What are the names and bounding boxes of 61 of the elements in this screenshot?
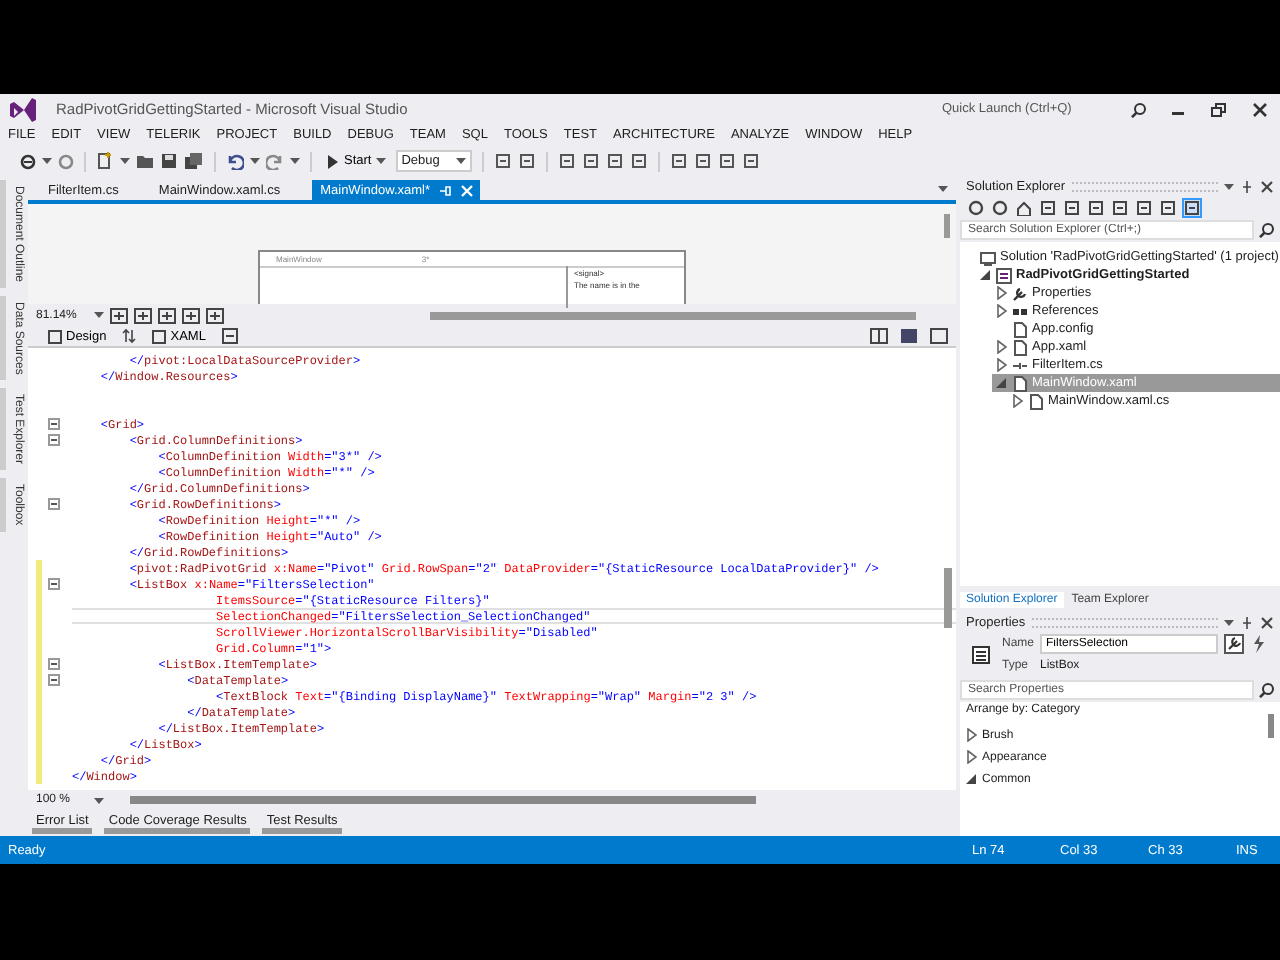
play-icon bbox=[326, 153, 340, 169]
search-icon bbox=[1258, 222, 1274, 238]
swap-icon[interactable] bbox=[122, 328, 137, 344]
caret-icon[interactable] bbox=[94, 795, 104, 805]
vertical-scrollbar[interactable] bbox=[944, 568, 952, 628]
collapsed-icon[interactable] bbox=[996, 358, 1008, 372]
redo-icon[interactable] bbox=[266, 152, 284, 170]
new-item-icon[interactable] bbox=[96, 152, 114, 170]
dropdown-icon[interactable] bbox=[938, 183, 948, 193]
dropdown-icon[interactable] bbox=[1224, 617, 1234, 627]
collapse-icon[interactable] bbox=[48, 498, 60, 510]
caret-icon[interactable] bbox=[42, 156, 52, 166]
expanded-icon[interactable] bbox=[966, 772, 978, 786]
horizontal-scrollbar[interactable] bbox=[130, 796, 756, 804]
solution-icon bbox=[980, 249, 996, 265]
lightning-icon[interactable] bbox=[1250, 634, 1268, 654]
horizontal-scrollbar[interactable] bbox=[430, 311, 916, 319]
close-icon[interactable] bbox=[1260, 615, 1274, 629]
dropdown-icon[interactable] bbox=[1224, 181, 1234, 191]
xaml-icon bbox=[152, 329, 167, 343]
references-icon bbox=[1012, 303, 1028, 319]
save-all-icon[interactable] bbox=[184, 152, 204, 170]
collapsed-icon[interactable] bbox=[996, 304, 1008, 318]
caret-icon bbox=[375, 156, 386, 166]
collapsed-icon[interactable] bbox=[966, 750, 978, 764]
pin-icon[interactable] bbox=[1240, 615, 1254, 629]
project-icon bbox=[996, 267, 1012, 283]
vertical-scrollbar[interactable] bbox=[944, 214, 950, 238]
listbox-icon bbox=[972, 646, 990, 664]
home-icon[interactable] bbox=[1016, 199, 1032, 215]
collapsed-icon[interactable] bbox=[996, 286, 1008, 300]
caret-icon[interactable] bbox=[120, 156, 130, 166]
caret-icon[interactable] bbox=[94, 310, 104, 320]
pin-icon[interactable] bbox=[1240, 179, 1254, 193]
collapse-icon[interactable] bbox=[48, 578, 60, 590]
close-icon[interactable] bbox=[1252, 101, 1268, 117]
collapsed-icon[interactable] bbox=[966, 728, 978, 742]
vertical-scrollbar[interactable] bbox=[1268, 714, 1274, 738]
caret-icon[interactable] bbox=[290, 156, 300, 166]
code-file-icon bbox=[1012, 357, 1028, 373]
search-icon bbox=[1258, 682, 1274, 698]
collapse-icon[interactable] bbox=[48, 674, 60, 686]
collapse-icon[interactable] bbox=[48, 434, 60, 446]
undo-icon[interactable] bbox=[226, 152, 244, 170]
wrench-icon[interactable] bbox=[1224, 634, 1244, 654]
collapsed-icon[interactable] bbox=[1012, 394, 1024, 408]
caret-icon bbox=[455, 156, 466, 166]
expanded-icon[interactable] bbox=[980, 268, 992, 282]
preview-icon[interactable] bbox=[1184, 199, 1200, 215]
collapsed-icon[interactable] bbox=[996, 340, 1008, 354]
caret-icon[interactable] bbox=[250, 156, 260, 166]
collapse-icon[interactable] bbox=[48, 658, 60, 670]
restore-icon[interactable] bbox=[1210, 101, 1228, 117]
vs-logo-icon bbox=[8, 95, 36, 123]
collapse-icon[interactable] bbox=[48, 418, 60, 430]
design-icon bbox=[48, 329, 62, 343]
close-icon[interactable] bbox=[1260, 179, 1274, 193]
search-icon[interactable] bbox=[1130, 101, 1146, 117]
save-icon[interactable] bbox=[160, 152, 178, 170]
folder-icon[interactable] bbox=[136, 152, 154, 170]
wrench-icon bbox=[1012, 285, 1028, 301]
